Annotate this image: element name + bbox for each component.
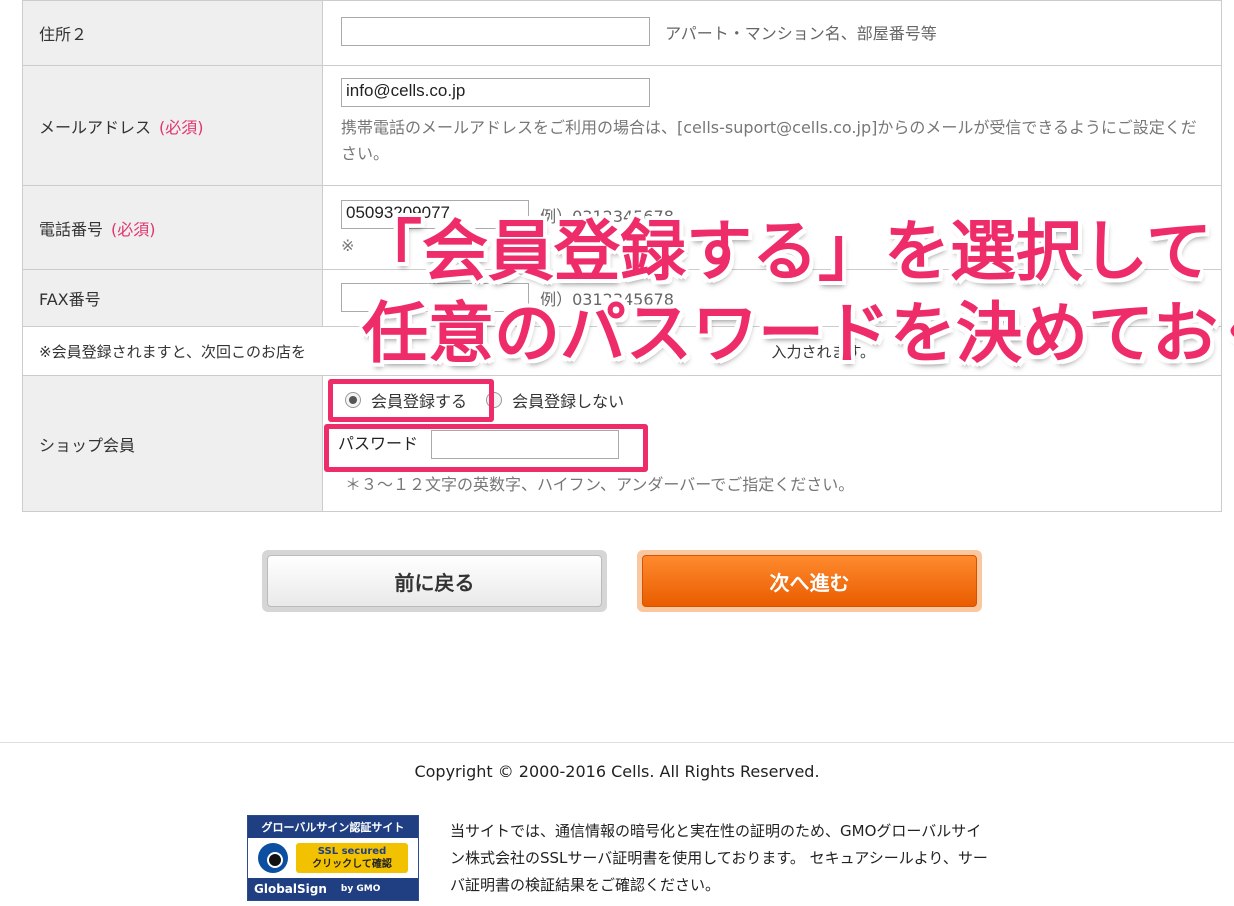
address2-input[interactable] — [341, 17, 650, 46]
globalsign-ssl-seal[interactable]: グローバルサイン認証サイト SSL secured クリックして確認 Globa… — [247, 815, 419, 901]
email-label: メールアドレス — [39, 117, 152, 137]
address2-hint: アパート・マンション名、部屋番号等 — [665, 23, 937, 43]
email-hint: 携帯電話のメールアドレスをご利用の場合は、[cells-suport@cells… — [341, 118, 1197, 163]
phone-label-cell: 電話番号 (必須) — [23, 186, 323, 269]
address2-row: 住所２ アパート・マンション名、部屋番号等 — [23, 0, 1221, 66]
radio-no-register[interactable]: 会員登録しない — [486, 388, 624, 412]
ssl-secured-text: SSL secured — [317, 846, 387, 857]
password-highlight — [324, 424, 648, 472]
fax-label-cell: FAX番号 — [23, 270, 323, 326]
radio-no-register-label: 会員登録しない — [512, 392, 625, 411]
gmo-brand: by GMO — [340, 884, 381, 894]
footer-divider — [0, 742, 1234, 743]
email-value-cell: info@cells.co.jp 携帯電話のメールアドレスをご利用の場合は、[c… — [323, 66, 1221, 185]
ssl-seal-middle: SSL secured クリックして確認 — [248, 838, 418, 878]
address2-label-cell: 住所２ — [23, 1, 323, 65]
shop-member-label: ショップ会員 — [39, 435, 136, 455]
ssl-seal-title: グローバルサイン認証サイト — [248, 816, 418, 838]
shop-member-label-cell: ショップ会員 — [23, 376, 323, 511]
overlay-caption-line1: 「会員登録する」を選択して — [356, 213, 1213, 290]
email-row: メールアドレス (必須) info@cells.co.jp 携帯電話のメールアド… — [23, 66, 1221, 186]
back-button[interactable]: 前に戻る — [262, 550, 607, 612]
register-option-highlight — [328, 379, 494, 422]
phone-label: 電話番号 — [39, 219, 104, 239]
member-notice: ※会員登録されますと、次回このお店を — [39, 342, 306, 361]
address2-label: 住所２ — [39, 25, 88, 44]
phone-required-badge: (必須) — [111, 219, 156, 239]
next-button[interactable]: 次へ進む — [637, 550, 982, 612]
password-hint: ＊３～１２文字の英数字、ハイフン、アンダーバーでご指定ください。 — [345, 475, 855, 494]
email-input[interactable]: info@cells.co.jp — [341, 78, 650, 107]
email-required-badge: (必須) — [159, 117, 204, 137]
address2-value-cell: アパート・マンション名、部屋番号等 — [323, 1, 1221, 65]
fax-label: FAX番号 — [39, 290, 101, 309]
ssl-description: 当サイトでは、通信情報の暗号化と実在性の証明のため、GMOグローバルサイン株式会… — [450, 822, 988, 894]
eye-icon — [258, 843, 288, 873]
overlay-caption-line2: 任意のパスワードを決めておく — [362, 295, 1234, 372]
next-button-label: 次へ進む — [642, 555, 977, 607]
ssl-seal-brand: GlobalSign by GMO — [248, 878, 418, 900]
ssl-secured-tag: SSL secured クリックして確認 — [296, 843, 408, 873]
copyright: Copyright © 2000-2016 Cells. All Rights … — [414, 762, 820, 781]
email-label-cell: メールアドレス (必須) — [23, 66, 323, 185]
globalsign-brand: GlobalSign — [254, 882, 327, 896]
back-button-label: 前に戻る — [267, 555, 602, 607]
ssl-click-text: クリックして確認 — [312, 859, 392, 870]
